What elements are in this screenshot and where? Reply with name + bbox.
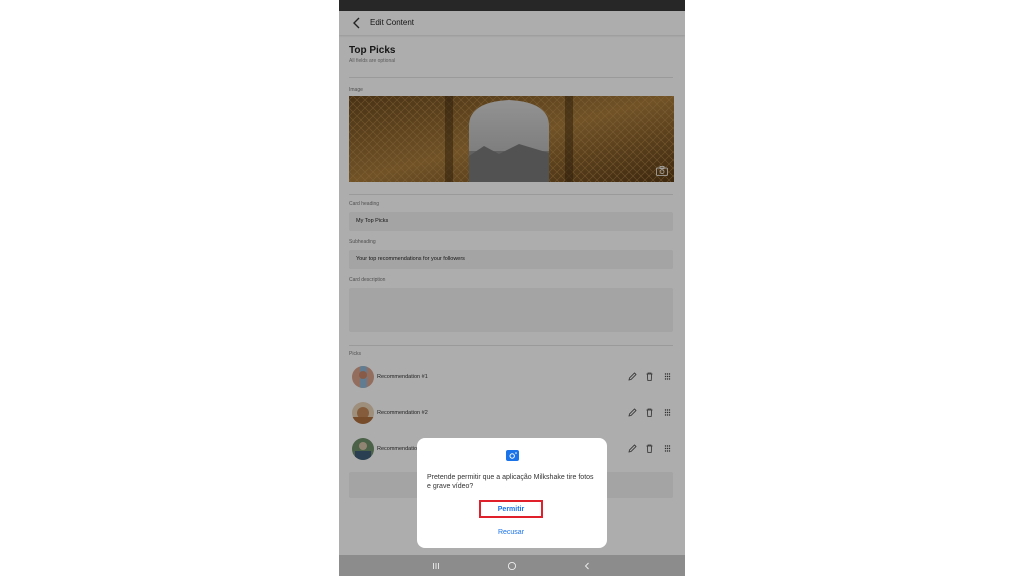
allow-button[interactable]: Permitir [479,500,543,518]
recents-icon[interactable] [430,560,442,572]
nav-back-icon[interactable] [581,560,593,572]
deny-button[interactable]: Recusar [479,526,543,540]
system-nav-bar [339,555,685,576]
phone-screen: Edit Content Top Picks All fields are op… [339,0,685,576]
camera-permission-icon [506,450,519,461]
camera-permission-dialog: Pretende permitir que a aplicação Milksh… [417,438,607,548]
dialog-message: Pretende permitir que a aplicação Milksh… [427,474,594,490]
home-icon[interactable] [506,560,518,572]
